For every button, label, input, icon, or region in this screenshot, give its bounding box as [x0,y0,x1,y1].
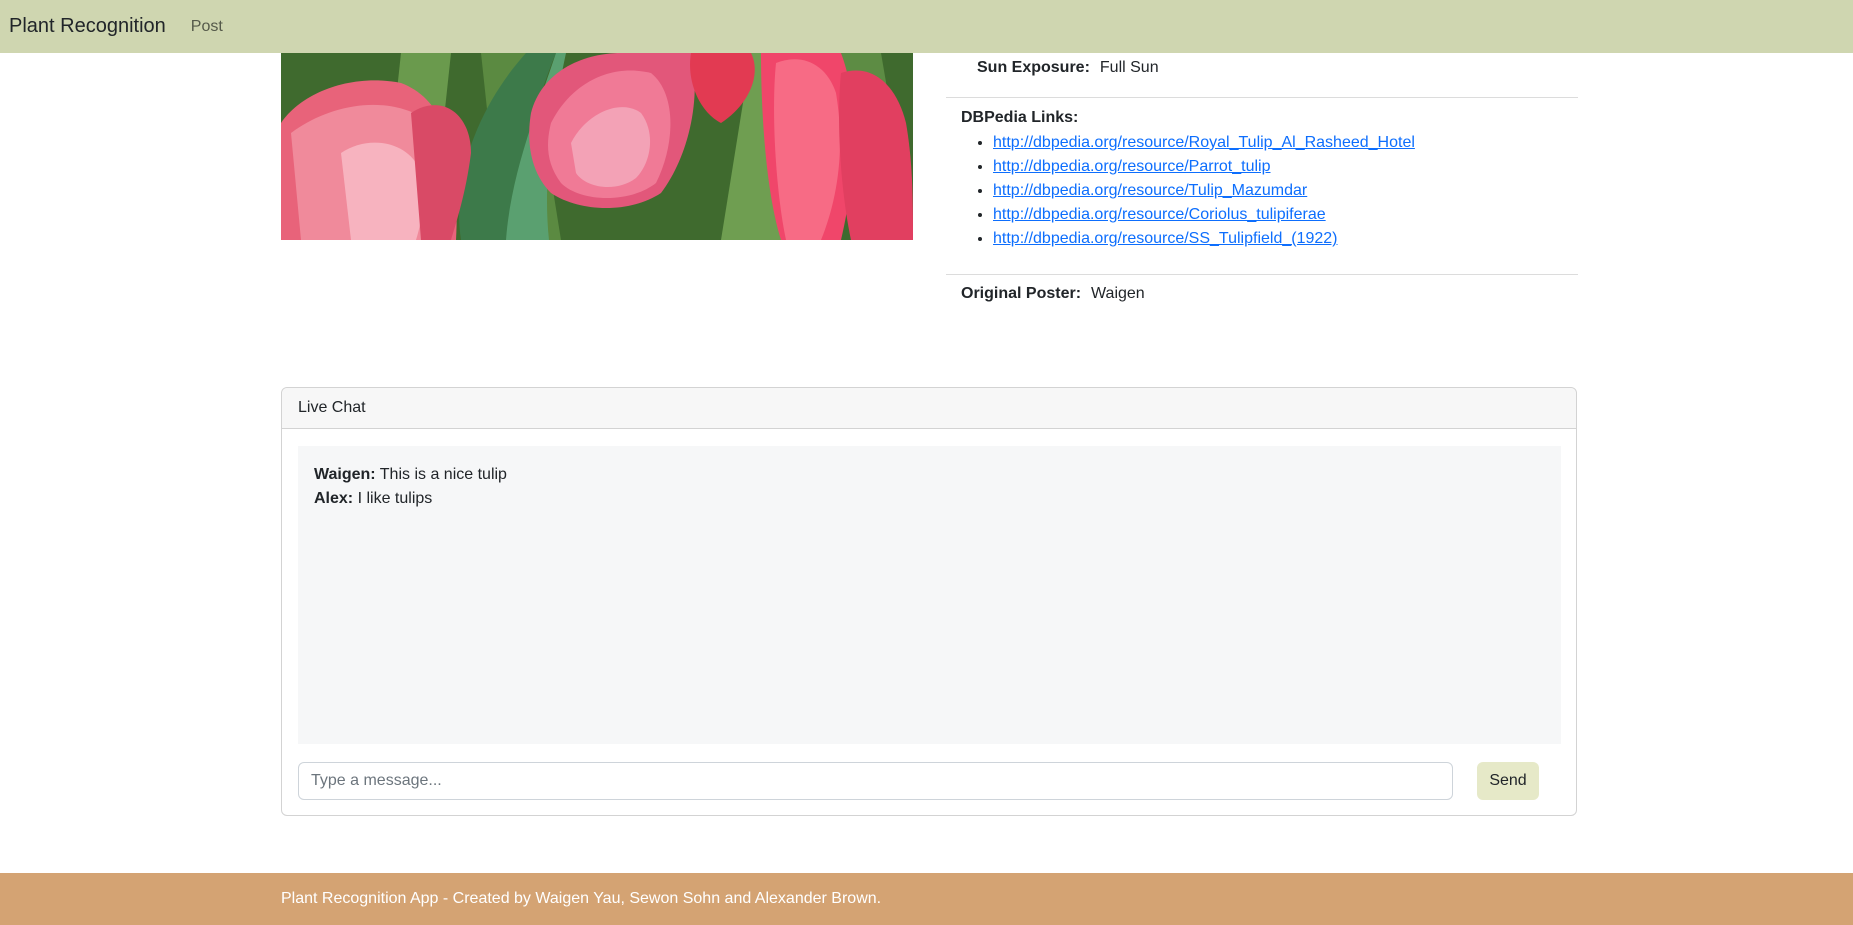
footer-text: Plant Recognition App - Created by Waige… [281,890,882,907]
dbpedia-link[interactable]: http://dbpedia.org/resource/SS_Tulipfiel… [993,230,1338,247]
live-chat-card: Live Chat Waigen: This is a nice tulip A… [281,387,1577,816]
original-poster-value: Waigen [1091,285,1145,302]
original-poster-label: Original Poster: [961,285,1082,302]
list-item: http://dbpedia.org/resource/Coriolus_tul… [993,203,1415,227]
sun-exposure-label: Sun Exposure: [977,59,1090,76]
divider [946,274,1578,275]
dbpedia-link[interactable]: http://dbpedia.org/resource/Parrot_tulip [993,158,1271,175]
chat-message-text: This is a nice tulip [379,466,507,483]
chat-message: Alex: I like tulips [314,487,1545,511]
send-button[interactable]: Send [1477,762,1539,800]
chat-message-user: Waigen: [314,466,376,483]
nav-link-post[interactable]: Post [191,18,223,36]
footer: Plant Recognition App - Created by Waige… [0,873,1853,925]
original-poster-row: Original Poster: Waigen [961,285,1145,303]
dbpedia-links-block: DBPedia Links: http://dbpedia.org/resour… [961,109,1415,251]
list-item: http://dbpedia.org/resource/Tulip_Mazumd… [993,179,1415,203]
dbpedia-link[interactable]: http://dbpedia.org/resource/Tulip_Mazumd… [993,182,1307,199]
chat-message-text: I like tulips [357,490,433,507]
navbar: Plant Recognition Post [0,0,1853,53]
list-item: http://dbpedia.org/resource/Royal_Tulip_… [993,131,1415,155]
divider [946,97,1578,98]
chat-message: Waigen: This is a nice tulip [314,463,1545,487]
chat-message-user: Alex: [314,490,354,507]
dbpedia-link[interactable]: http://dbpedia.org/resource/Royal_Tulip_… [993,134,1415,151]
list-item: http://dbpedia.org/resource/SS_Tulipfiel… [993,227,1415,251]
plant-image [281,53,913,240]
sun-exposure-row: Sun Exposure: Full Sun [977,59,1159,77]
list-item: http://dbpedia.org/resource/Parrot_tulip [993,155,1415,179]
chat-messages: Waigen: This is a nice tulip Alex: I lik… [298,446,1561,744]
dbpedia-link[interactable]: http://dbpedia.org/resource/Coriolus_tul… [993,206,1326,223]
brand-link[interactable]: Plant Recognition [9,15,166,38]
dbpedia-label: DBPedia Links: [961,109,1079,126]
chat-message-input[interactable] [298,762,1453,800]
dbpedia-link-list: http://dbpedia.org/resource/Royal_Tulip_… [993,131,1415,251]
live-chat-header: Live Chat [282,388,1576,429]
sun-exposure-value: Full Sun [1099,59,1159,76]
